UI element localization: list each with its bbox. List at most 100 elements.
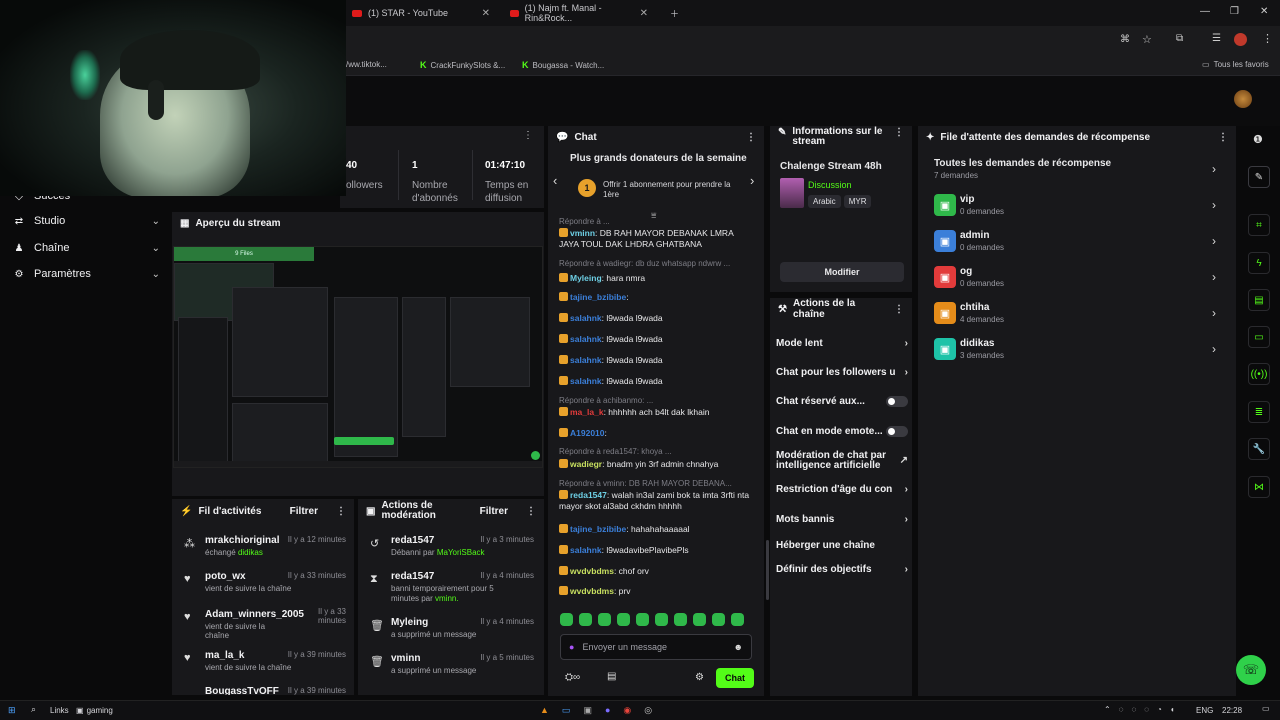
emote-icon[interactable]: [731, 612, 744, 626]
emote-icon[interactable]: [617, 612, 630, 626]
close-window-icon[interactable]: ✕: [1260, 6, 1268, 17]
taskbar-app[interactable]: ▣ gaming: [76, 706, 113, 715]
chat-username[interactable]: wvdvbdms: [570, 586, 614, 596]
reward-row[interactable]: ▣ chtiha 4 demandes ›: [934, 302, 1218, 332]
chat-username[interactable]: salahnk: [570, 545, 602, 555]
discord-icon[interactable]: ●: [605, 705, 610, 716]
action-set-goals[interactable]: Définir des objectifs ›: [776, 564, 908, 575]
app-icon[interactable]: ◎: [644, 705, 652, 716]
filter-button[interactable]: Filtrer: [480, 506, 508, 517]
share-icon[interactable]: ⋈: [1248, 476, 1270, 498]
star-icon[interactable]: ☆: [1142, 33, 1152, 46]
all-bookmarks[interactable]: ▭ Tous les favoris: [1202, 60, 1269, 69]
translate-icon[interactable]: ⌘: [1120, 34, 1130, 45]
layers-icon[interactable]: ≣: [1248, 401, 1270, 423]
emote-icon[interactable]: [712, 612, 725, 626]
chat-username[interactable]: vminn: [570, 228, 595, 238]
clock[interactable]: 22:28: [1222, 706, 1242, 715]
minimize-icon[interactable]: —: [1200, 6, 1210, 17]
gear-icon[interactable]: ⚙: [695, 672, 704, 683]
reward-row[interactable]: ▣ admin 0 demandes ›: [934, 230, 1218, 260]
broadcast-icon[interactable]: ((•)): [1248, 363, 1270, 385]
chat-username[interactable]: tajine_bzibibe: [570, 292, 626, 302]
chat-scrollbar[interactable]: [766, 540, 769, 600]
action-host-channel[interactable]: Héberger une chaîne: [776, 540, 908, 551]
windows-start-icon[interactable]: ⊞: [8, 705, 16, 716]
all-rewards-row[interactable]: Toutes les demandes de récompense 7 dema…: [934, 158, 1218, 180]
chevron-up-icon[interactable]: ⌃: [1104, 705, 1111, 714]
emoji-icon[interactable]: ☻: [734, 642, 743, 652]
chat-username[interactable]: salahnk: [570, 376, 602, 386]
more-icon[interactable]: ⋮: [526, 506, 536, 517]
bookmark-item[interactable]: K Bougassa - Watch...: [522, 60, 604, 70]
more-icon[interactable]: ⋮: [336, 506, 346, 517]
clipboard-icon[interactable]: ▤: [1248, 289, 1270, 311]
app-icon[interactable]: ▲: [540, 705, 549, 716]
bookmark-item[interactable]: /ww.tiktok...: [346, 60, 387, 69]
emote-icon[interactable]: [674, 612, 687, 626]
new-tab-button[interactable]: ＋: [664, 3, 685, 23]
reward-row[interactable]: ▣ og 0 demandes ›: [934, 266, 1218, 296]
restore-icon[interactable]: ❐: [1230, 6, 1239, 17]
action-slow-mode[interactable]: Mode lent ›: [776, 338, 908, 349]
tray-icon[interactable]: ◌: [1144, 705, 1149, 714]
chevron-right-icon[interactable]: ›: [750, 173, 754, 188]
emote-icon[interactable]: [598, 612, 611, 626]
info-icon[interactable]: ❶: [1253, 133, 1263, 146]
wifi-icon[interactable]: ◔: [1157, 705, 1162, 714]
chat-username[interactable]: salahnk: [570, 313, 602, 323]
tag[interactable]: MYR: [843, 195, 872, 208]
action-ai-moderation[interactable]: Modération de chat par intelligence arti…: [776, 451, 908, 471]
sidebar-item-chaine[interactable]: ♟ Chaîne ⌄: [14, 242, 160, 254]
taskbar-links[interactable]: Links: [50, 706, 69, 715]
chat-username[interactable]: Myleing: [570, 273, 602, 283]
close-icon[interactable]: ✕: [640, 8, 648, 19]
user-avatar[interactable]: [1234, 90, 1252, 108]
profile-avatar[interactable]: [1234, 33, 1247, 46]
action-banned-words[interactable]: Mots bannis ›: [776, 514, 908, 525]
menu-icon[interactable]: ☰: [1212, 33, 1221, 44]
chrome-icon[interactable]: ◉: [623, 705, 631, 716]
chat-username[interactable]: wvdvbdms: [570, 566, 614, 576]
more-icon[interactable]: ⋮: [894, 127, 904, 138]
notification-icon[interactable]: ▭: [1262, 704, 1270, 713]
mic-icon[interactable]: ●: [569, 642, 574, 652]
modify-button[interactable]: Modifier: [780, 262, 904, 282]
toggle-switch[interactable]: [886, 396, 908, 407]
tray-icon[interactable]: ◌: [1131, 705, 1136, 714]
chat-input[interactable]: ● Envoyer un message ☻: [560, 634, 752, 660]
chat-username[interactable]: salahnk: [570, 355, 602, 365]
browser-tab[interactable]: (1) STAR - YouTube ✕: [346, 3, 496, 23]
close-icon[interactable]: ✕: [482, 8, 490, 19]
chat-username[interactable]: ma_la_k: [570, 407, 604, 417]
tray-icon[interactable]: ◌: [1119, 705, 1124, 714]
language-indicator[interactable]: ENG: [1196, 706, 1213, 715]
more-icon[interactable]: ⋮: [523, 130, 533, 141]
app-icon[interactable]: ▣: [583, 705, 592, 716]
app-icon[interactable]: ▭: [562, 705, 571, 716]
wrench-icon[interactable]: 🔧: [1248, 438, 1270, 460]
stream-category[interactable]: Discussion: [808, 180, 852, 190]
crop-icon[interactable]: ⌗: [1248, 214, 1270, 236]
action-subscriber-chat[interactable]: Chat réservé aux...: [776, 396, 908, 407]
chat-send-button[interactable]: Chat: [716, 668, 754, 688]
sidebar-item-studio[interactable]: ⇄ Studio ⌄: [14, 215, 160, 227]
bookmark-item[interactable]: K CrackFunkySlots &...: [420, 60, 505, 70]
extensions-icon[interactable]: ⧉: [1176, 33, 1183, 44]
chat-username[interactable]: A192010: [570, 428, 605, 438]
more-icon[interactable]: ⋮: [1218, 132, 1228, 143]
support-chat-button[interactable]: ☏: [1236, 655, 1266, 685]
chat-icon[interactable]: ▭: [1248, 326, 1270, 348]
browser-tab[interactable]: (1) Najm ft. Manal - Rin&Rock... ✕: [504, 3, 654, 23]
emote-icon[interactable]: [693, 612, 706, 626]
chat-username[interactable]: salahnk: [570, 334, 602, 344]
more-icon[interactable]: ⋮: [894, 304, 904, 315]
more-icon[interactable]: ⋮: [1262, 32, 1273, 45]
tag[interactable]: Arabic: [808, 195, 841, 208]
emote-icon[interactable]: [579, 612, 592, 626]
toggle-switch[interactable]: [886, 426, 908, 437]
reward-row[interactable]: ▣ didikas 3 demandes ›: [934, 338, 1218, 368]
points-icon[interactable]: ⛭∞: [565, 672, 580, 683]
emote-icon[interactable]: [655, 612, 668, 626]
action-age-restriction[interactable]: Restriction d'âge du con ›: [776, 484, 908, 495]
